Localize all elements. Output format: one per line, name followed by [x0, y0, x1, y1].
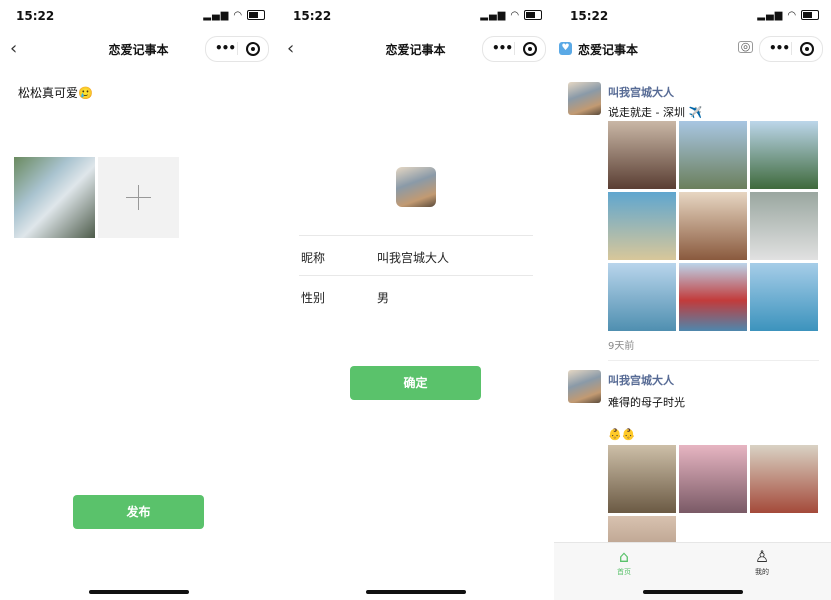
nickname-field[interactable]: 叫我宫城大人 [377, 249, 449, 266]
post-text: 说走就走 - 深圳 ✈️ [608, 106, 703, 119]
battery-icon [524, 10, 542, 20]
photo-thumbnail[interactable] [608, 445, 676, 513]
post-text: 难得的母子时光 [608, 396, 685, 409]
capsule-divider [791, 42, 792, 55]
photo-thumbnail[interactable] [750, 445, 818, 513]
signal-wifi-battery-icons: ▂▄▆ ◠ [757, 10, 819, 21]
add-photo-button[interactable] [98, 157, 179, 238]
nav-bar: ♥ 恋爱记事本 ◎ ••• [554, 36, 831, 62]
close-miniapp-icon[interactable] [246, 42, 260, 56]
photo-grid [608, 445, 818, 584]
status-bar: 15:22 ▂▄▆ ◠ [293, 9, 542, 25]
page-title: 恋爱记事本 [578, 43, 639, 57]
more-icon[interactable]: ••• [215, 41, 236, 55]
more-icon[interactable]: ••• [769, 41, 790, 55]
camera-icon[interactable]: ◎ [738, 41, 753, 53]
publish-screen: 15:22 ▂▄▆ ◠ ‹ 恋爱记事本 ••• 松松真可爱🥲 发布 [0, 0, 277, 600]
home-icon: ⌂ [618, 547, 630, 566]
home-indicator [88, 590, 189, 594]
status-bar: 15:22 ▂▄▆ ◠ [16, 9, 265, 25]
tab-home[interactable]: ⌂ 首页 [594, 547, 654, 577]
avatar[interactable] [396, 167, 436, 207]
status-time: 15:22 [293, 9, 332, 23]
signal-wifi-battery-icons: ▂▄▆ ◠ [203, 10, 265, 21]
close-miniapp-icon[interactable] [523, 42, 537, 56]
photo-thumbnail[interactable] [750, 121, 818, 189]
feed-screen: 15:22 ▂▄▆ ◠ ♥ 恋爱记事本 ◎ ••• 叫我宫城大人 说走就走 - … [554, 0, 831, 600]
plus-icon-vertical [138, 185, 139, 210]
photo-thumbnail[interactable] [750, 192, 818, 260]
profile-screen: 15:22 ▂▄▆ ◠ ‹ 恋爱记事本 ••• 昵称 叫我宫城大人 性别 男 确… [277, 0, 554, 600]
status-bar: 15:22 ▂▄▆ ◠ [570, 9, 819, 25]
signal-wifi-battery-icons: ▂▄▆ ◠ [480, 10, 542, 21]
tab-me-label: 我的 [755, 568, 769, 576]
miniapp-capsule: ••• [205, 36, 269, 62]
nav-bar: ‹ 恋爱记事本 ••• [0, 36, 277, 62]
post-time: 9天前 [608, 341, 635, 352]
nav-bar: ‹ 恋爱记事本 ••• [277, 36, 554, 62]
status-time: 15:22 [16, 9, 55, 23]
gender-field[interactable]: 男 [377, 289, 389, 306]
gender-row: 性别 男 [299, 275, 533, 316]
post-divider [608, 360, 819, 361]
photo-thumbnail[interactable] [679, 121, 747, 189]
post-text-input[interactable]: 松松真可爱🥲 [18, 84, 93, 101]
nickname-label: 昵称 [301, 251, 326, 265]
tab-me[interactable]: ♙ 我的 [732, 547, 792, 577]
confirm-button[interactable]: 确定 [350, 366, 481, 400]
selected-photo-thumbnail[interactable] [14, 157, 95, 238]
photo-thumbnail[interactable] [679, 192, 747, 260]
close-miniapp-icon[interactable] [800, 42, 814, 56]
photo-thumbnail[interactable] [750, 263, 818, 331]
capsule-divider [514, 42, 515, 55]
nickname-row: 昵称 叫我宫城大人 [299, 235, 533, 276]
miniapp-capsule: ••• [482, 36, 546, 62]
user-icon: ♙ [754, 547, 770, 566]
post-text-emoji: 👶👶 [608, 428, 636, 441]
photo-grid [608, 121, 818, 331]
photo-thumbnail[interactable] [608, 192, 676, 260]
photo-thumbnail[interactable] [608, 121, 676, 189]
status-time: 15:22 [570, 9, 609, 23]
more-icon[interactable]: ••• [492, 41, 513, 55]
tab-home-label: 首页 [617, 568, 631, 576]
battery-icon [801, 10, 819, 20]
capsule-divider [237, 42, 238, 55]
home-indicator [642, 590, 743, 594]
app-logo-icon: ♥ [559, 42, 572, 55]
photo-thumbnail[interactable] [679, 263, 747, 331]
home-indicator [365, 590, 466, 594]
avatar[interactable] [568, 370, 601, 403]
gender-label: 性别 [301, 291, 326, 305]
battery-icon [247, 10, 265, 20]
miniapp-capsule: ••• [759, 36, 823, 62]
post-author[interactable]: 叫我宫城大人 [608, 84, 674, 100]
avatar[interactable] [568, 82, 601, 115]
post-author[interactable]: 叫我宫城大人 [608, 372, 674, 388]
photo-thumbnail[interactable] [608, 263, 676, 331]
photo-thumbnail[interactable] [679, 445, 747, 513]
publish-button[interactable]: 发布 [73, 495, 204, 529]
